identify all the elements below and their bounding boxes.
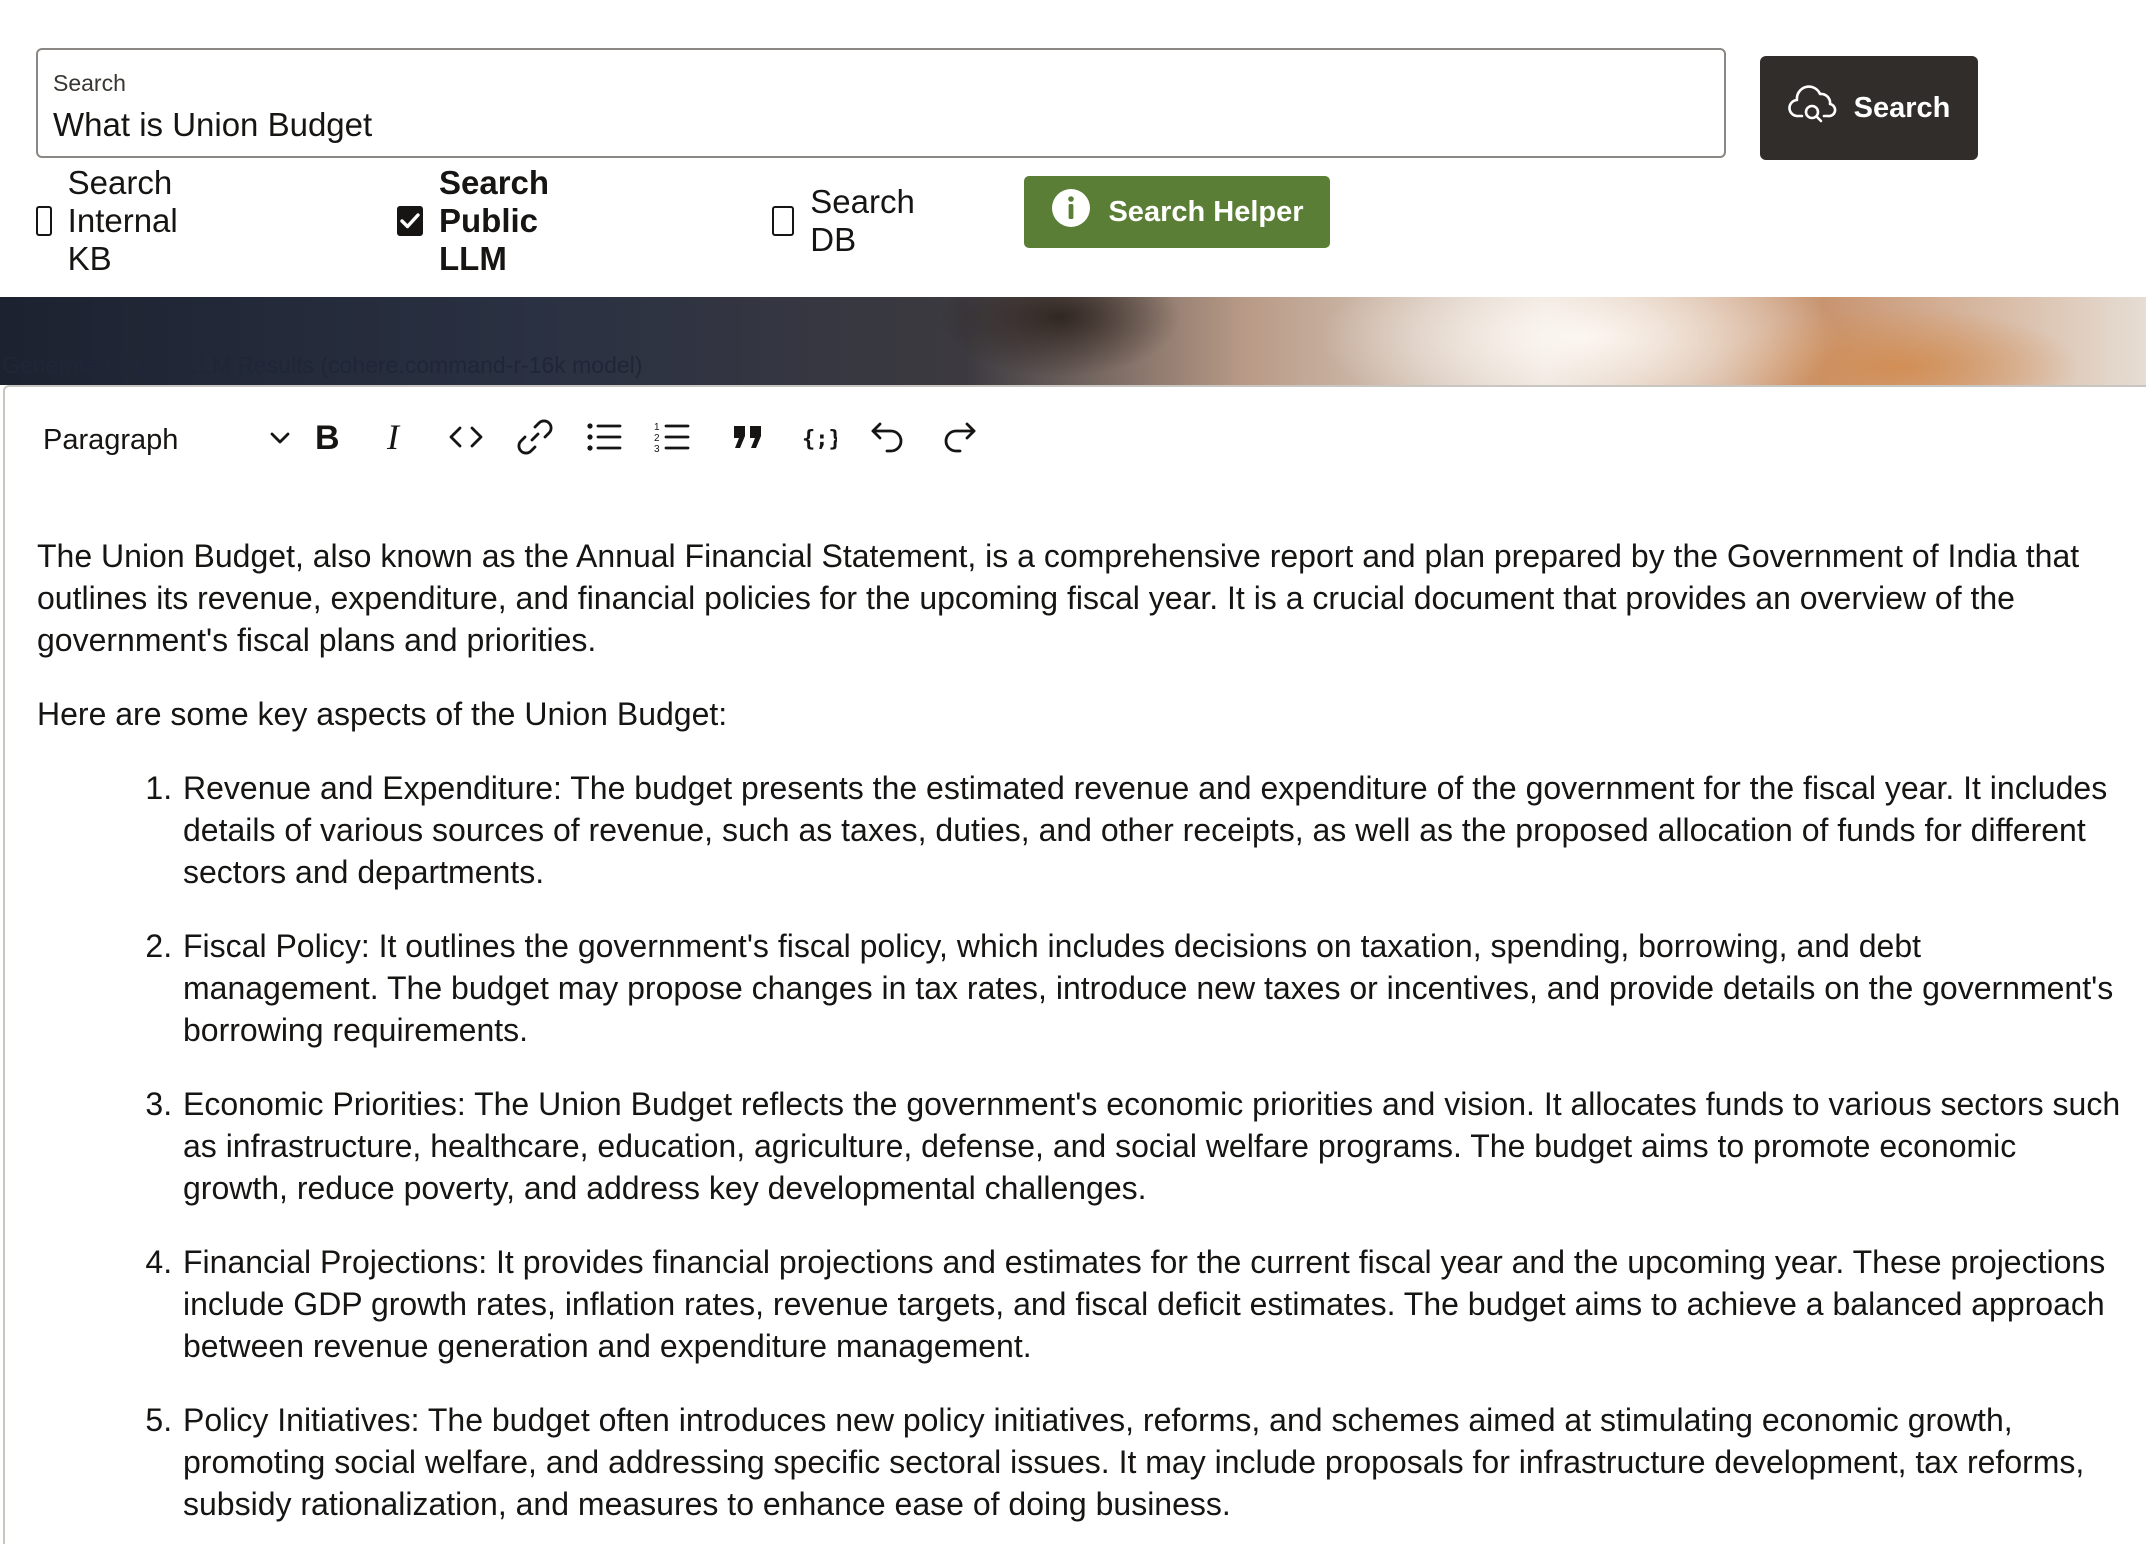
search-db-checkbox[interactable]: Search DB [772, 183, 923, 258]
rich-text-editor[interactable]: Paragraph B I 1 2 3 {; The Union Budget,… [3, 385, 2146, 1544]
search-helper-button[interactable]: Search Helper [1024, 176, 1330, 248]
code-button[interactable] [438, 409, 494, 465]
search-field[interactable]: Search [36, 48, 1726, 158]
lead-paragraph: Here are some key aspects of the Union B… [37, 696, 728, 732]
search-db-label: Search DB [810, 183, 915, 258]
checkbox-unchecked-icon [772, 206, 795, 236]
search-button[interactable]: Search [1760, 56, 1978, 160]
numbered-list-button[interactable]: 1 2 3 [645, 409, 701, 465]
svg-text:1: 1 [654, 422, 660, 433]
code-block-icon: {;} [801, 422, 837, 452]
search-button-label: Search [1853, 91, 1951, 124]
intro-paragraph: The Union Budget, also known as the Annu… [37, 538, 2080, 658]
search-public-llm-label: Search Public LLM [439, 164, 550, 277]
undo-icon [869, 420, 907, 454]
key-aspects-list: Revenue and Expenditure: The budget pres… [37, 767, 2122, 1525]
bold-icon: B [311, 419, 343, 455]
list-item: Policy Initiatives: The budget often int… [181, 1399, 2122, 1525]
svg-text:2: 2 [654, 433, 660, 444]
search-internal-kb-checkbox[interactable]: Search Internal KB [36, 164, 192, 277]
svg-text:3: 3 [654, 444, 660, 454]
bullet-list-icon [586, 420, 624, 454]
redo-button[interactable] [931, 409, 987, 465]
numbered-list-icon: 1 2 3 [654, 420, 692, 454]
list-item: Fiscal Policy: It outlines the governmen… [181, 925, 2122, 1051]
search-input[interactable] [53, 106, 1693, 144]
bold-button[interactable]: B [299, 409, 355, 465]
undo-button[interactable] [860, 409, 916, 465]
search-public-llm-checkbox[interactable]: Search Public LLM [397, 164, 553, 277]
italic-button[interactable]: I [368, 409, 424, 465]
blockquote-icon [731, 422, 765, 452]
list-item: Revenue and Expenditure: The budget pres… [181, 767, 2122, 893]
link-button[interactable] [507, 409, 563, 465]
info-icon [1050, 187, 1092, 237]
link-icon [516, 418, 554, 456]
svg-text:I: I [386, 419, 401, 455]
block-format-value: Paragraph [43, 423, 179, 456]
editor-content[interactable]: The Union Budget, also known as the Annu… [37, 535, 2122, 1557]
svg-text:B: B [315, 419, 340, 455]
code-icon [448, 422, 484, 452]
block-format-select[interactable]: Paragraph [43, 415, 293, 465]
code-block-button[interactable]: {;} [791, 409, 847, 465]
bullet-list-button[interactable] [577, 409, 633, 465]
search-field-label: Search [53, 70, 126, 96]
svg-text:{;}: {;} [802, 427, 837, 452]
search-internal-kb-label: Search Internal KB [67, 164, 178, 277]
list-item: Financial Projections: It provides finan… [181, 1241, 2122, 1367]
blockquote-button[interactable] [720, 409, 776, 465]
results-caption: Generated Public LLM Results (cohere.com… [2, 352, 643, 378]
search-helper-label: Search Helper [1108, 195, 1304, 228]
checkbox-unchecked-icon [36, 206, 52, 236]
italic-icon: I [381, 419, 411, 455]
checkbox-checked-icon [397, 206, 423, 236]
editor-toolbar: Paragraph B I 1 2 3 {; [5, 387, 2146, 487]
cloud-search-icon [1787, 82, 1838, 134]
list-item: Economic Priorities: The Union Budget re… [181, 1083, 2122, 1209]
chevron-down-icon [267, 425, 293, 456]
redo-icon [940, 420, 978, 454]
